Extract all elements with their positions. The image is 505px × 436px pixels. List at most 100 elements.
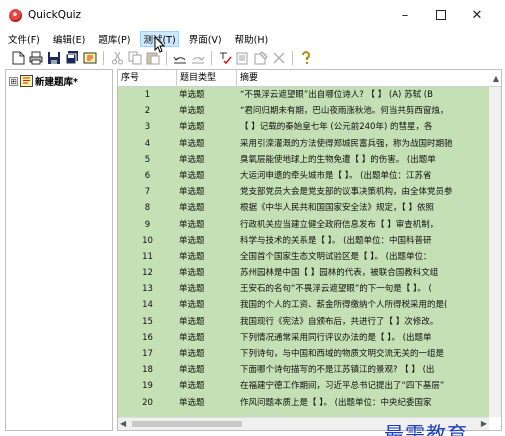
cell-type: 单选题 — [179, 235, 205, 246]
cell-type: 单选题 — [179, 349, 205, 359]
table-row[interactable]: 13 单选题 王安石的名句“不畏浮云遮望眼”的下一句是【 】。 ( — [118, 281, 489, 297]
question-table: 序号 题目类型 摘要 ▲ 1 单选题 “不畏浮云遮望眼”出自哪位诗人? 【 】 (A… — [117, 69, 502, 431]
scroll-up-icon[interactable]: ▲ — [493, 74, 499, 83]
cell-seq: 12 — [142, 268, 153, 279]
new-button[interactable] — [10, 50, 26, 66]
cell-summary: 在福建宁德工作期间，习近平总书记提出了“四下基层” — [240, 381, 445, 392]
cell-seq: 8 — [144, 203, 151, 214]
minimize-button[interactable]: – — [388, 4, 422, 26]
table-body: 1 单选题 “不畏浮云遮望眼”出自哪位诗人? 【 】 (A) 苏轼 (B 2 单选题 “君… — [118, 87, 489, 417]
cell-summary: 我国现行《宪法》自颁布后，共进行了【 】次修改。 — [240, 316, 439, 327]
table-row[interactable]: 11 单选题 全国首个国家生态文明试验区是【 】。 (出题单位： — [118, 249, 489, 265]
help-button[interactable] — [298, 50, 314, 66]
save-all-button[interactable] — [64, 50, 80, 66]
cell-seq: 20 — [142, 397, 153, 408]
table-row[interactable]: 20 单选题 作风问题本质上是【 】。 (出题单位：中央纪委国家 — [118, 395, 489, 411]
undo-button[interactable] — [172, 50, 188, 66]
table-row[interactable]: 4 单选题 采用引滦灌溉的方法使得郑城民富兵强，称为战国时期驰 — [118, 136, 489, 152]
table-row[interactable]: 3 单选题 【 】记载的秦始皇七年 (公元前240年) 的彗星，各 — [118, 119, 489, 135]
window-title: QuickQuiz — [28, 9, 82, 21]
scroll-right-icon[interactable]: ▶ — [481, 419, 487, 428]
cell-type: 单选题 — [179, 381, 205, 392]
tree-root-node[interactable]: ⊞ 新建题库* — [9, 74, 78, 88]
toolbar-separator — [166, 51, 167, 65]
table-row[interactable]: 6 单选题 大运河申遗的牵头城市是【 】。 (出题单位：江苏省 — [118, 168, 489, 184]
table-row[interactable]: 15 单选题 我国现行《宪法》自颁布后，共进行了【 】次修改。 — [118, 314, 489, 330]
cell-type: 单选题 — [179, 397, 205, 408]
cell-summary: “君问归期未有期，巴山夜雨涨秋池。何当共剪西窗烛， — [240, 106, 449, 117]
cell-type: 单选题 — [179, 251, 205, 262]
cell-summary: “不畏浮云遮望眼”出自哪位诗人? 【 】 (A) 苏轼 (B — [240, 90, 433, 100]
spell-check-icon — [220, 52, 232, 65]
cell-summary: 全国首个国家生态文明试验区是【 】。 (出题单位： — [240, 251, 432, 262]
cell-summary: 下面哪个诗句描写的不是江苏镇江的景观? 【 】 (出 — [240, 365, 435, 376]
cell-seq: 10 — [142, 235, 153, 246]
app-icon — [9, 9, 22, 22]
copy-button[interactable] — [127, 50, 143, 66]
table-row[interactable]: 7 单选题 党支部党员大会是党支部的议事决策机构，由全体党员参 — [118, 184, 489, 200]
cell-type: 单选题 — [179, 316, 205, 327]
menu-view[interactable]: 界面(V) — [189, 32, 222, 46]
table-row[interactable]: 9 单选题 行政机关应当建立健全政府信息发布【 】审查机制， — [118, 217, 489, 233]
edit-icon — [236, 52, 248, 65]
table-row[interactable]: 19 单选题 在福建宁德工作期间，习近平总书记提出了“四下基层” — [118, 378, 489, 394]
spell-check-button[interactable] — [217, 50, 233, 66]
menu-edit[interactable]: 编辑(E) — [53, 32, 85, 46]
close-button[interactable]: ✕ — [460, 4, 494, 26]
cell-type: 单选题 — [179, 90, 205, 100]
cell-seq: 9 — [144, 219, 151, 230]
table-row[interactable]: 2 单选题 “君问归期未有期，巴山夜雨涨秋池。何当共剪西窗烛， — [118, 103, 489, 119]
redo-button[interactable] — [190, 50, 206, 66]
table-row[interactable]: 10 单选题 科学与技术的关系是【 】。 (出题单位：中国科普研 — [118, 233, 489, 249]
cell-type: 单选题 — [179, 300, 205, 311]
scroll-thumb[interactable] — [132, 421, 242, 427]
cell-type: 单选题 — [179, 219, 205, 230]
print-icon — [29, 51, 43, 65]
vertical-scrollbar[interactable] — [489, 87, 501, 417]
edit-button[interactable] — [235, 50, 251, 66]
cell-type: 单选题 — [179, 154, 205, 165]
tree-root-label: 新建题库* — [35, 77, 78, 88]
save-button[interactable] — [46, 50, 62, 66]
new-icon — [12, 51, 24, 65]
maximize-button[interactable] — [424, 4, 458, 26]
cell-seq: 3 — [144, 122, 151, 133]
table-row[interactable]: 12 单选题 苏州园林是中国【 】园林的代表，被联合国教科文组 — [118, 265, 489, 281]
table-row[interactable]: 1 单选题 “不畏浮云遮望眼”出自哪位诗人? 【 】 (A) 苏轼 (B — [118, 87, 489, 103]
print-button[interactable] — [28, 50, 44, 66]
scroll-left-icon[interactable]: ◀ — [120, 419, 126, 428]
redo-icon — [192, 56, 205, 64]
table-header: 序号 题目类型 摘要 ▲ — [118, 70, 501, 87]
header-seq[interactable]: 序号 — [118, 70, 177, 87]
bank-icon — [20, 75, 33, 87]
cell-summary: 下列诗句，与中国和西域的物质文明交流无关的一组是 — [240, 349, 445, 359]
menu-bank[interactable]: 题库(P) — [98, 32, 130, 46]
cell-seq: 1 — [144, 90, 151, 100]
bank-icon — [83, 52, 97, 64]
bank-button[interactable] — [82, 50, 98, 66]
cut-button[interactable] — [109, 50, 125, 66]
cell-seq: 4 — [144, 138, 151, 149]
delete-button[interactable] — [271, 50, 287, 66]
expand-icon[interactable]: ⊞ — [9, 76, 18, 86]
table-row[interactable]: 8 单选题 根据《中华人民共和国国家安全法》规定，【 】依照 — [118, 200, 489, 216]
table-row[interactable]: 16 单选题 下列情况通常采用同行评议办法的是【 】。 (出题单 — [118, 330, 489, 346]
toolbar-separator — [292, 51, 293, 65]
menu-help[interactable]: 帮助(H) — [235, 32, 269, 46]
table-row[interactable]: 14 单选题 我国的个人的工资、薪金所得缴纳个人所得税采用的是( — [118, 297, 489, 313]
menu-bar: 文件(F) 编辑(E) 题库(P) 测试(T) 界面(V) 帮助(H) — [0, 30, 505, 48]
cell-seq: 14 — [142, 300, 153, 311]
header-type[interactable]: 题目类型 — [177, 70, 237, 87]
save-icon — [48, 52, 60, 64]
properties-button[interactable] — [253, 50, 269, 66]
menu-file[interactable]: 文件(F) — [8, 32, 40, 46]
cell-summary: 党支部党员大会是党支部的议事决策机构，由全体党员参 — [240, 187, 453, 198]
table-row[interactable]: 17 单选题 下列诗句，与中国和西域的物质文明交流无关的一组是 — [118, 346, 489, 362]
header-summary[interactable]: 摘要 — [237, 70, 489, 87]
cell-seq: 19 — [142, 381, 153, 392]
cell-seq: 5 — [144, 154, 151, 165]
cell-type: 单选题 — [179, 122, 205, 133]
cell-type: 单选题 — [179, 106, 205, 117]
table-row[interactable]: 5 单选题 臭氧层能使地球上的生物免遭【 】的伤害。 (出题单 — [118, 152, 489, 168]
table-row[interactable]: 18 单选题 下面哪个诗句描写的不是江苏镇江的景观? 【 】 (出 — [118, 362, 489, 378]
